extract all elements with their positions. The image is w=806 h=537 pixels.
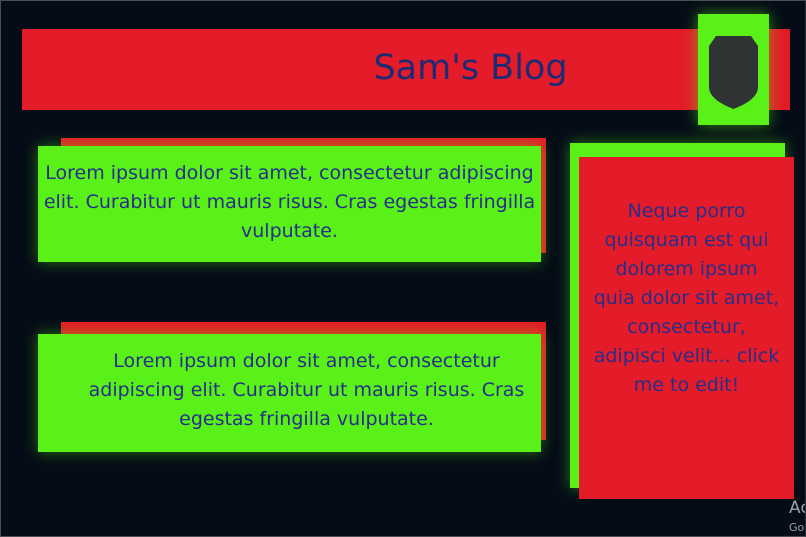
watermark-line-1: Ac bbox=[789, 498, 805, 518]
post-text: Lorem ipsum dolor sit amet, consectetur … bbox=[43, 161, 536, 242]
watermark-line-2: Go bbox=[789, 521, 805, 534]
badge-box[interactable] bbox=[698, 14, 769, 125]
activation-watermark: Ac Go bbox=[783, 496, 805, 536]
page-frame: Sam's Blog Lorem ipsum dolor sit amet, c… bbox=[0, 0, 806, 537]
blog-title: Sam's Blog bbox=[373, 48, 568, 88]
sidebar-text: Neque porro quisquam est qui dolorem ips… bbox=[593, 200, 780, 396]
sidebar-card[interactable]: Neque porro quisquam est qui dolorem ips… bbox=[579, 157, 794, 499]
post-text: Lorem ipsum dolor sit amet, consectetur … bbox=[88, 349, 525, 430]
post-card[interactable]: Lorem ipsum dolor sit amet, consectetur … bbox=[38, 334, 541, 452]
shield-icon bbox=[709, 36, 758, 109]
post-card[interactable]: Lorem ipsum dolor sit amet, consectetur … bbox=[38, 146, 541, 262]
